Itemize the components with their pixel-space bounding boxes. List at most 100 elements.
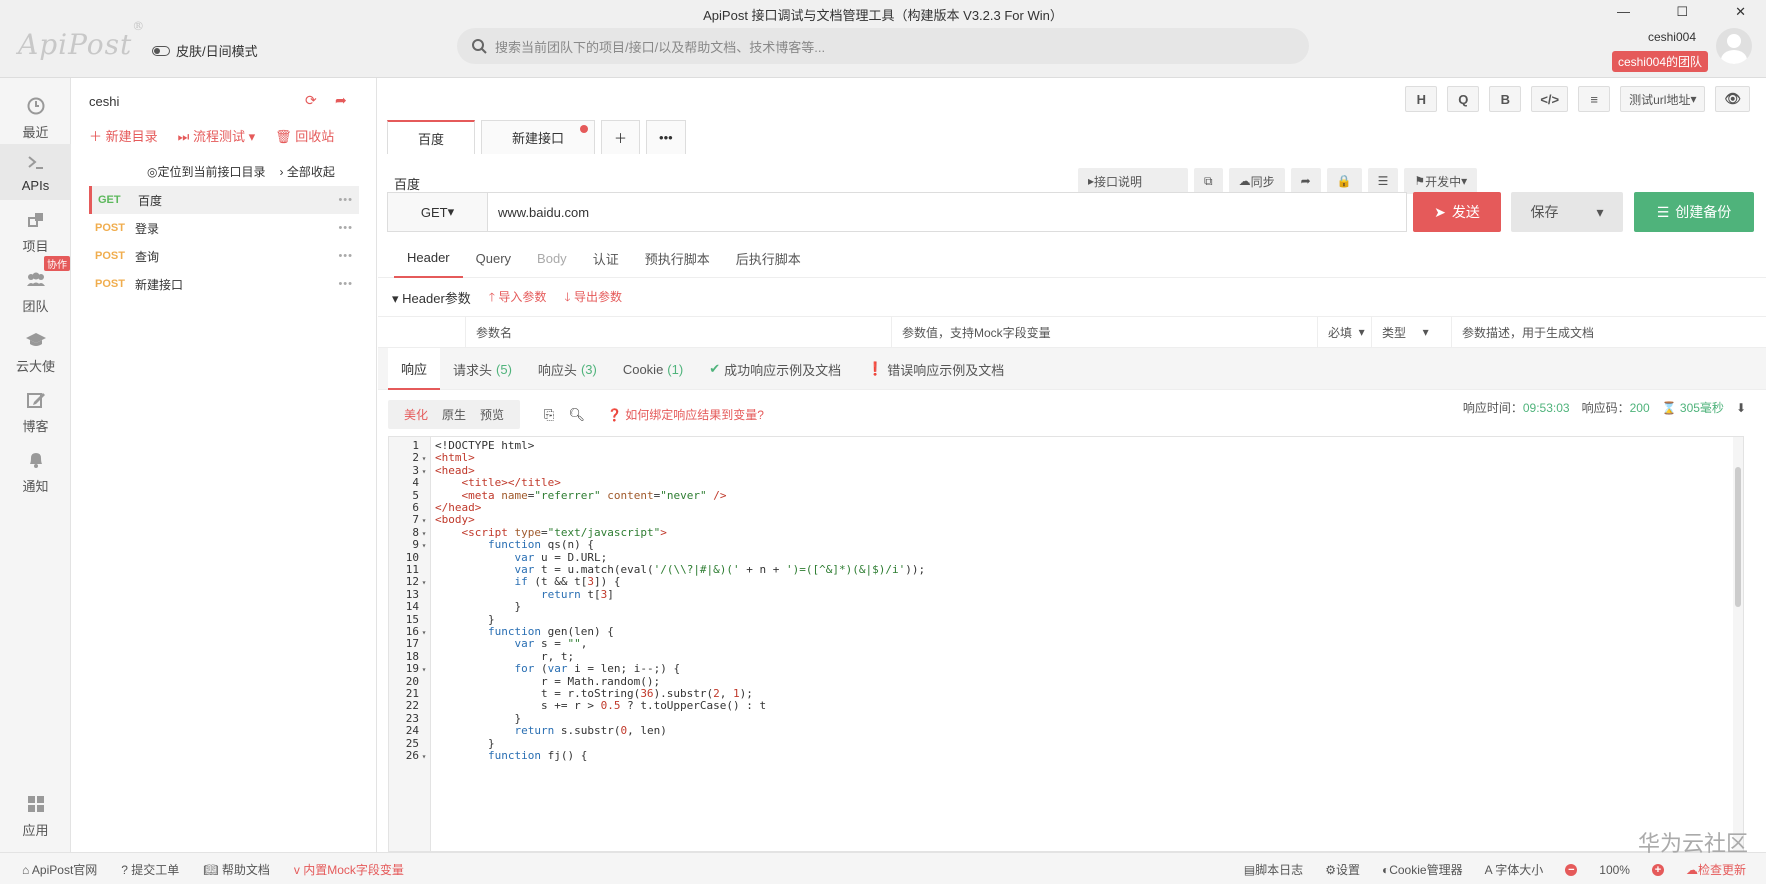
close-button[interactable]: ✕ (1735, 4, 1746, 20)
fold-icon[interactable]: ▾ (419, 751, 429, 763)
tab-new-api[interactable]: 新建接口 (481, 120, 596, 154)
tab-error-example[interactable]: ❗ 错误响应示例及文档 (854, 348, 1017, 390)
eye-button[interactable]: 👁 (1715, 86, 1750, 112)
view-preview[interactable]: 预览 (480, 406, 504, 423)
tab-body[interactable]: Body (524, 238, 580, 278)
rail-item-apis[interactable]: APIs (0, 144, 71, 200)
status-select[interactable]: ⚑ 开发中 ▾ (1404, 168, 1478, 194)
toolbar-code-button[interactable]: </> (1531, 86, 1569, 112)
response-body-editor[interactable]: 1 <!DOCTYPE html> 2 ▾ <html> 3 ▾ <head> 4 <title… (388, 436, 1744, 852)
tab-request-headers[interactable]: 请求头 (5) (440, 348, 525, 390)
method-select[interactable]: GET ▾ (388, 193, 488, 231)
more-icon[interactable]: ••• (338, 222, 353, 234)
required-col[interactable]: 必填 ▾ (1318, 317, 1372, 347)
header-params-toggle[interactable]: ▾ Header参数 (392, 288, 471, 309)
collapse-all-button[interactable]: › 全部收起 (280, 163, 335, 180)
logo-text: ApiPost (18, 28, 133, 61)
maximize-button[interactable]: ☐ (1676, 4, 1688, 20)
more-icon[interactable]: ••• (338, 278, 353, 290)
api-item[interactable]: POST 新建接口 ••• (89, 270, 359, 298)
api-item[interactable]: POST 登录 ••• (89, 214, 359, 242)
rail-item-projects[interactable]: 项目 (0, 202, 71, 258)
rail-item-team[interactable]: 团队 协作 (0, 256, 71, 318)
toolbar-q-button[interactable]: Q (1447, 86, 1480, 112)
api-item[interactable]: GET 百度 ••• (89, 186, 359, 214)
save-button[interactable]: 保存 ▾ (1511, 192, 1623, 232)
tab-auth[interactable]: 认证 (580, 238, 632, 278)
copy-icon[interactable]: ⎘ (544, 407, 554, 423)
view-raw[interactable]: 原生 (442, 406, 466, 423)
lock-button[interactable]: 🔒 (1326, 168, 1362, 194)
bell-icon (25, 450, 47, 472)
type-col[interactable]: 类型 ▾ (1372, 317, 1452, 347)
bind-hint-link[interactable]: ❓ 如何绑定响应结果到变量? (607, 406, 764, 423)
zoom-out-button[interactable]: − (1565, 863, 1578, 876)
param-value-col[interactable]: 参数值，支持Mock字段变量 (892, 317, 1318, 347)
param-desc-col[interactable]: 参数描述，用于生成文档 (1452, 317, 1766, 347)
view-pretty[interactable]: 美化 (404, 406, 428, 423)
toolbar-b-button[interactable]: B (1489, 86, 1522, 112)
tab-query[interactable]: Query (463, 238, 524, 278)
minimize-button[interactable]: — (1617, 4, 1630, 19)
api-name: 新建接口 (135, 277, 184, 292)
settings-button[interactable]: ⚙设置 (1325, 861, 1360, 878)
team-badge[interactable]: ceshi004的团队 (1611, 51, 1708, 72)
rail-item-apps[interactable]: 应用 (0, 786, 71, 842)
zoom-in-button[interactable]: + (1651, 863, 1664, 876)
add-tab-button[interactable]: ＋ (601, 120, 641, 154)
submit-ticket-link[interactable]: ? 提交工单 (121, 861, 179, 878)
share-icon[interactable]: ➦ (335, 92, 347, 109)
export-params-button[interactable]: 🡓 导出参数 (564, 288, 622, 309)
tab-post-script[interactable]: 后执行脚本 (723, 238, 814, 278)
url-input[interactable] (488, 193, 1406, 231)
flow-test-button[interactable]: ⏭ 流程测试 ▾ (178, 126, 255, 145)
tab-header[interactable]: Header (394, 238, 463, 278)
check-update-button[interactable]: ☁检查更新 (1686, 861, 1746, 878)
rail-item-ambassador[interactable]: 云大使 (0, 322, 71, 378)
tree-actions: ＋ 新建目录 ⏭ 流程测试 ▾ 🗑 回收站 (89, 126, 334, 145)
share-button[interactable]: ➦ (1290, 168, 1321, 194)
backup-button[interactable]: ☰ 创建备份 (1634, 192, 1754, 232)
tab-success-example[interactable]: ✔ 成功响应示例及文档 (696, 348, 854, 390)
official-site-link[interactable]: ⌂ ApiPost官网 (22, 861, 97, 878)
import-params-button[interactable]: 🡑 导入参数 (489, 288, 547, 309)
send-button[interactable]: ➤ 发送 (1413, 192, 1501, 232)
logo-mark: ® (132, 18, 146, 33)
tab-response[interactable]: 响应 (388, 348, 441, 390)
toolbar-settings-button[interactable]: ≡ (1578, 86, 1611, 112)
param-name-col[interactable]: 参数名 (466, 317, 892, 347)
rail-item-notify[interactable]: 通知 (0, 442, 71, 498)
sync-button[interactable]: ☁ 同步 (1228, 168, 1285, 194)
more-icon[interactable]: ••• (338, 250, 353, 262)
rail-item-recent[interactable]: 最近 (0, 88, 71, 144)
request-name[interactable]: 百度 (394, 174, 420, 193)
mock-vars-link[interactable]: v 内置Mock字段变量 (294, 861, 404, 878)
cookie-manager-button[interactable]: ◐Cookie管理器 (1382, 861, 1463, 878)
rail-item-blog[interactable]: 博客 (0, 382, 71, 438)
tab-more-button[interactable]: ••• (646, 120, 686, 154)
api-item[interactable]: POST 查询 ••• (89, 242, 359, 270)
toolbar-h-button[interactable]: H (1405, 86, 1438, 112)
skin-toggle[interactable]: 皮肤/日间模式 (152, 41, 258, 60)
username[interactable]: ceshi004 (1648, 30, 1696, 44)
recycle-button[interactable]: 🗑 回收站 (275, 126, 334, 145)
copy-button[interactable]: ⧉ (1194, 168, 1223, 194)
tab-response-headers[interactable]: 响应头 (3) (525, 348, 610, 390)
more-icon[interactable]: ••• (338, 194, 353, 206)
db-button[interactable]: ☰ (1367, 168, 1399, 194)
download-icon[interactable]: ⬇ (1736, 401, 1746, 415)
locate-button[interactable]: ◎定位到当前接口目录 (147, 163, 266, 180)
vertical-scrollbar[interactable] (1733, 437, 1743, 851)
tab-pre-script[interactable]: 预执行脚本 (632, 238, 723, 278)
refresh-icon[interactable]: ⟳ (305, 92, 317, 109)
new-dir-button[interactable]: ＋ 新建目录 (89, 126, 158, 145)
tab-baidu[interactable]: 百度 (387, 120, 476, 154)
avatar[interactable] (1716, 28, 1752, 64)
tab-cookie[interactable]: Cookie (1) (610, 348, 696, 390)
script-log-button[interactable]: ▤脚本日志 (1244, 861, 1303, 878)
env-select[interactable]: 测试url地址 ▾ (1620, 86, 1706, 112)
global-search[interactable]: 搜索当前团队下的项目/接口/以及帮助文档、技术博客等... (457, 28, 1309, 64)
help-docs-link[interactable]: 📖︎ 帮助文档 (203, 861, 270, 878)
search-icon[interactable]: 🔍︎ (568, 407, 585, 423)
api-desc-button[interactable]: ▸ 接口说明 (1078, 168, 1188, 194)
